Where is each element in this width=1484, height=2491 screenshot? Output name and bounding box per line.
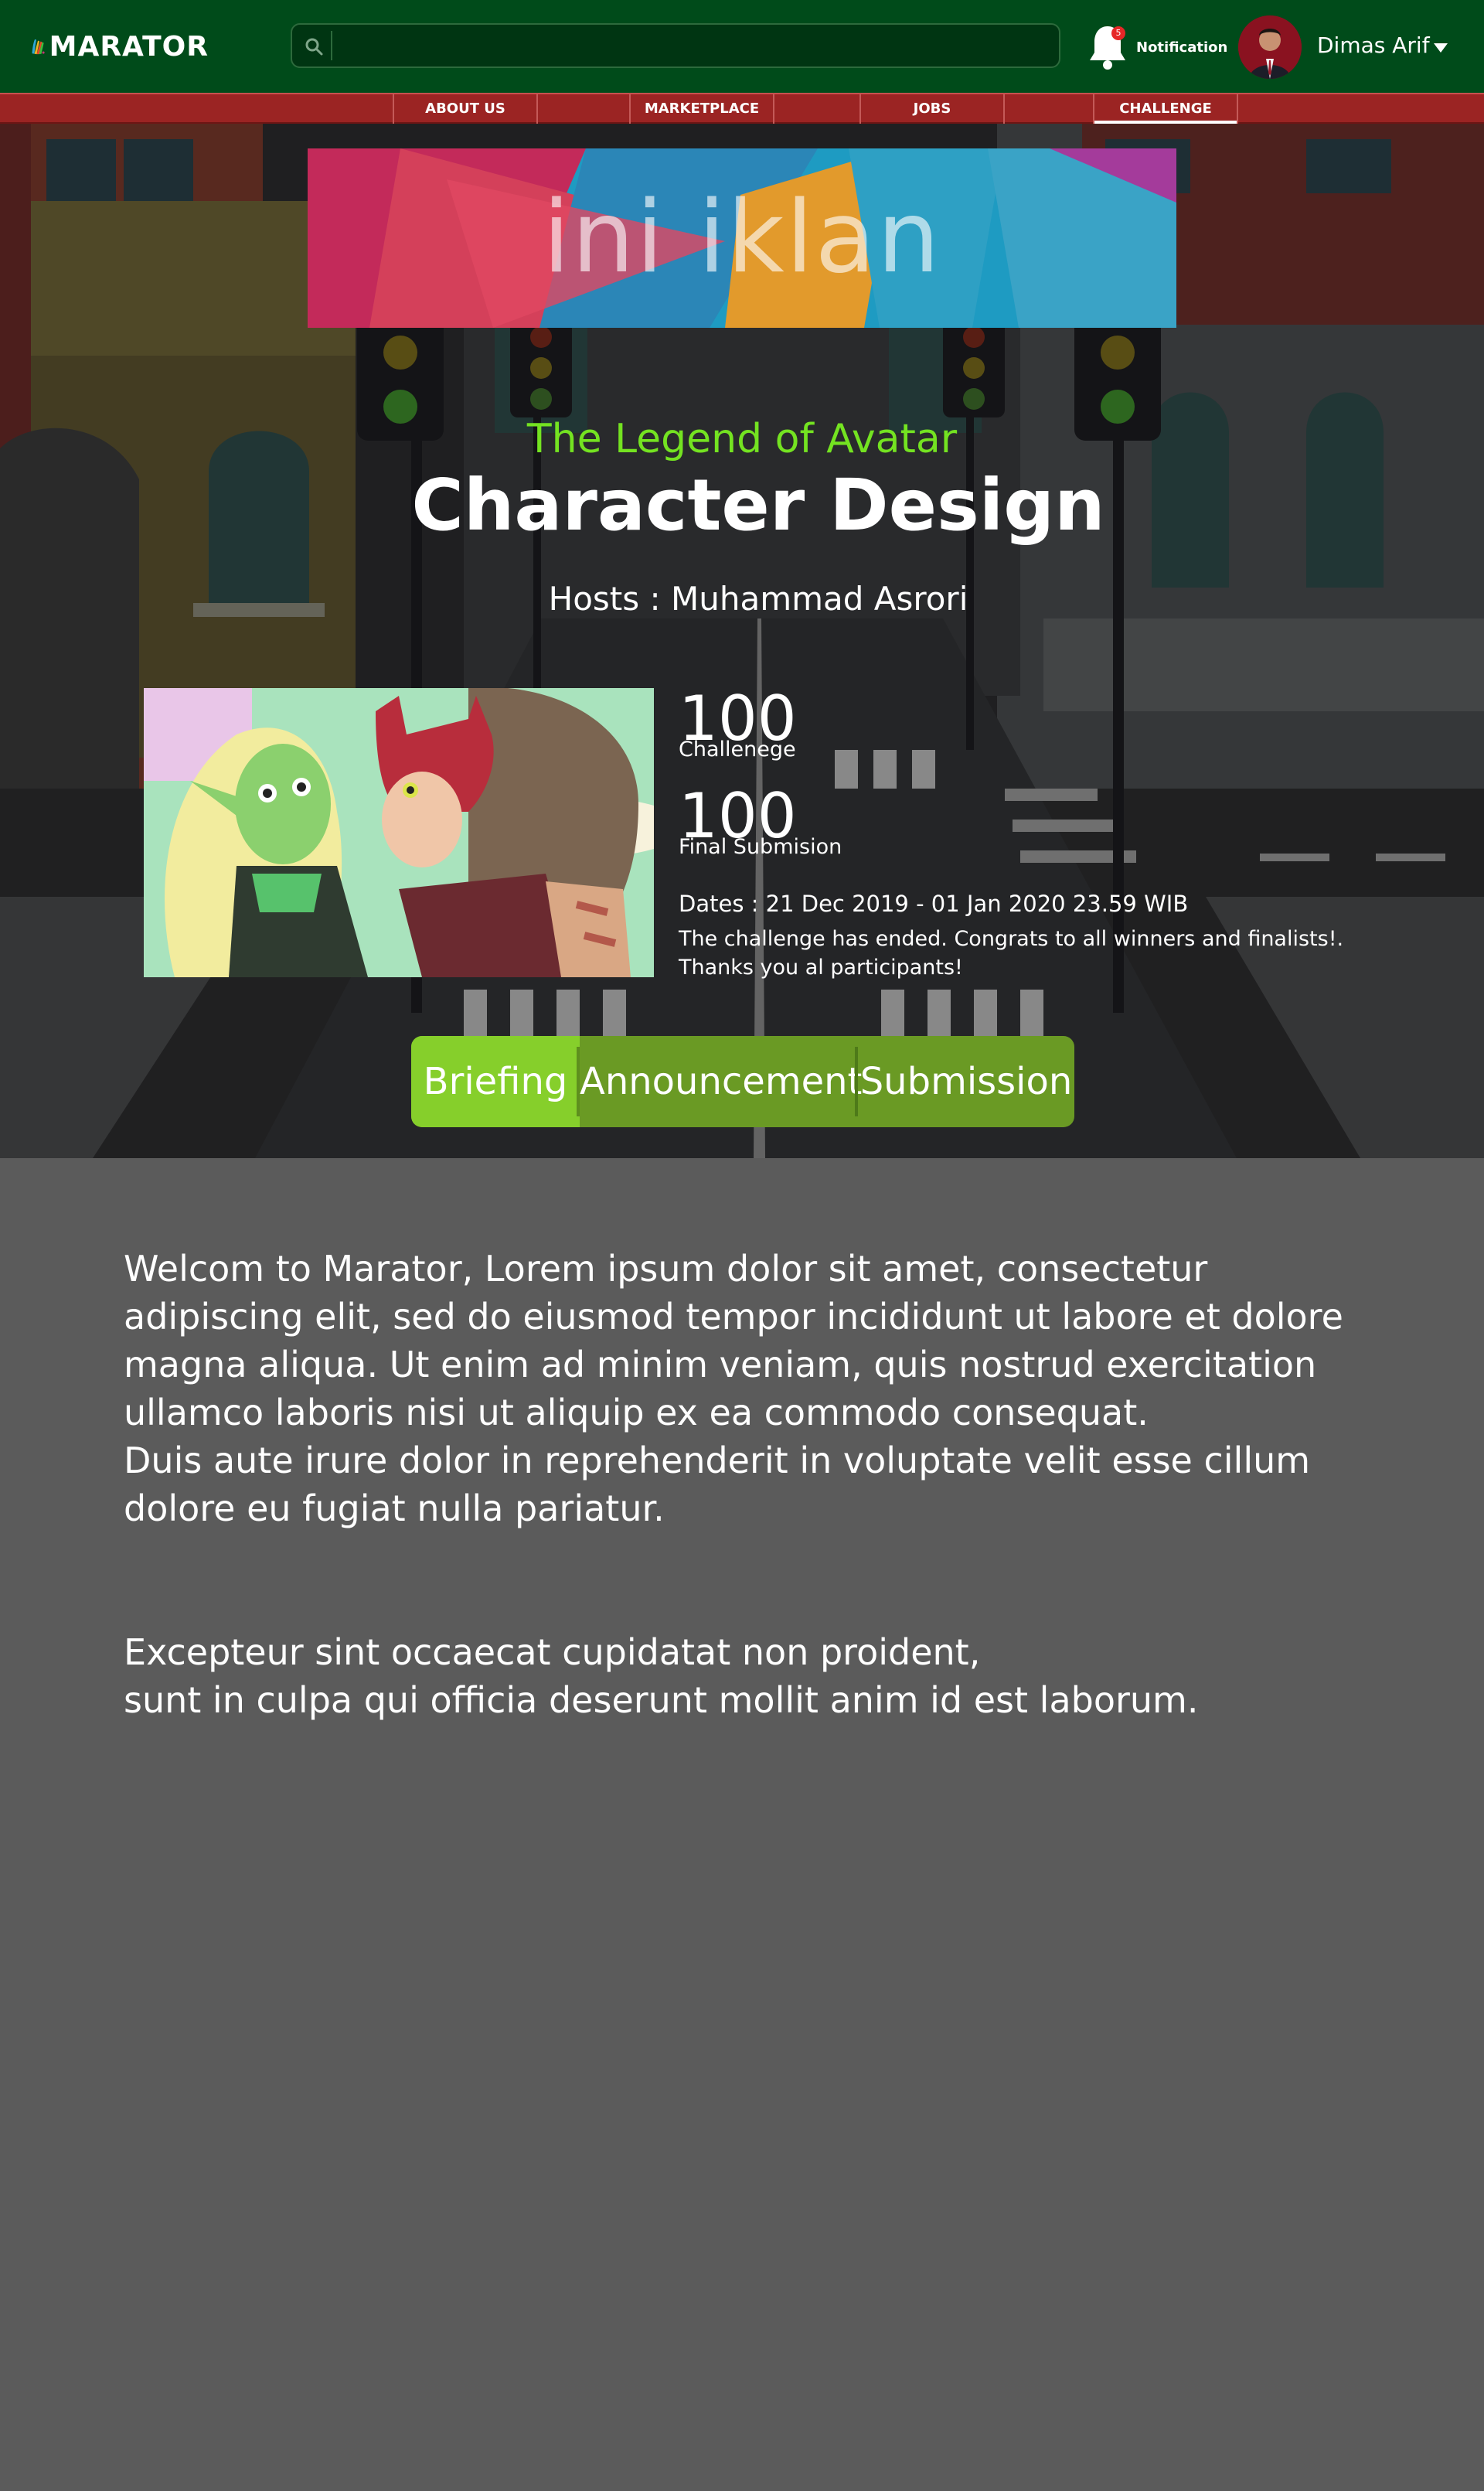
text-line: Welcom to Marator, Lorem ipsum dolor sit… xyxy=(124,1248,1208,1290)
search-bar[interactable] xyxy=(291,23,1060,68)
nav-item-jobs[interactable]: JOBS xyxy=(859,94,1005,124)
notification-label: Notification xyxy=(1136,39,1228,56)
final-submission-label: Final Submision xyxy=(679,835,842,859)
briefing-paragraph-2: Excepteur sint occaecat cupidatat non pr… xyxy=(124,1628,1391,1724)
tab-briefing-label: Briefing xyxy=(423,1060,568,1103)
brand-logo[interactable]: MARATOR xyxy=(31,12,209,80)
text-line: Excepteur sint occaecat cupidatat non pr… xyxy=(124,1631,981,1673)
search-icon xyxy=(305,38,323,56)
challenge-thumbnail xyxy=(144,688,654,977)
briefing-paragraph-1: Welcom to Marator, Lorem ipsum dolor sit… xyxy=(124,1245,1391,1532)
search-input[interactable] xyxy=(331,31,1042,60)
marator-logo-icon xyxy=(32,39,45,55)
status-line-1: The challenge has ended. Congrats to all… xyxy=(679,927,1344,951)
text-line: adipiscing elit, sed do eiusmod tempor i… xyxy=(124,1296,1343,1338)
text-line: magna aliqua. Ut enim ad minim veniam, q… xyxy=(124,1344,1317,1385)
nav-item-about-us[interactable]: ABOUT US xyxy=(393,94,538,124)
text-line: Duis aute irure dolor in reprehenderit i… xyxy=(124,1440,1311,1481)
brand-name: MARATOR xyxy=(49,30,209,63)
main-nav: ABOUT US MARKETPLACE JOBS CHALLENGE xyxy=(0,93,1484,124)
chevron-down-icon[interactable] xyxy=(1433,42,1448,54)
user-name[interactable]: Dimas Arif xyxy=(1317,32,1430,58)
nav-item-challenge[interactable]: CHALLENGE xyxy=(1093,94,1238,124)
tab-submission[interactable]: Submission xyxy=(858,1036,1074,1127)
bell-icon: 5 xyxy=(1084,22,1132,73)
briefing-content: Welcom to Marator, Lorem ipsum dolor sit… xyxy=(124,1245,1391,1820)
challenge-hosts: Hosts : Muhammad Asrori xyxy=(548,580,968,618)
ad-banner[interactable]: ini iklan xyxy=(308,148,1176,328)
text-line: ullamco laboris nisi ut aliquip ex ea co… xyxy=(124,1392,1149,1433)
text-line: sunt in culpa qui officia deserunt molli… xyxy=(124,1679,1199,1721)
notification-count-badge: 5 xyxy=(1111,26,1125,40)
status-line-2: Thanks you al participants! xyxy=(679,956,963,980)
challenge-count-label: Challenege xyxy=(679,738,796,762)
avatar[interactable] xyxy=(1238,15,1302,79)
tab-briefing[interactable]: Briefing xyxy=(411,1036,580,1127)
challenge-title: Character Design xyxy=(411,464,1105,547)
text-line: dolore eu fugiat nulla pariatur. xyxy=(124,1487,665,1529)
challenge-dates: Dates : 21 Dec 2019 - 01 Jan 2020 23.59 … xyxy=(679,891,1189,917)
challenge-hero: ini iklan The Legend of Avatar Character… xyxy=(0,124,1484,1158)
top-bar: MARATOR 5 Notification Dimas Arif xyxy=(0,0,1484,93)
nav-item-challenge-label: CHALLENGE xyxy=(1119,101,1212,117)
challenge-subtitle: The Legend of Avatar xyxy=(526,416,958,462)
notification-button[interactable]: 5 Notification xyxy=(1084,20,1227,74)
challenge-status-message: The challenge has ended. Congrats to all… xyxy=(679,925,1421,982)
tab-submission-label: Submission xyxy=(859,1060,1073,1103)
tab-announcement[interactable]: Announcement xyxy=(580,1036,862,1127)
nav-item-marketplace[interactable]: MARKETPLACE xyxy=(629,94,774,124)
tab-announcement-label: Announcement xyxy=(580,1060,863,1103)
ad-text: ini iklan xyxy=(543,180,941,295)
challenge-tabs: Briefing Announcement Submission xyxy=(411,1036,1074,1127)
